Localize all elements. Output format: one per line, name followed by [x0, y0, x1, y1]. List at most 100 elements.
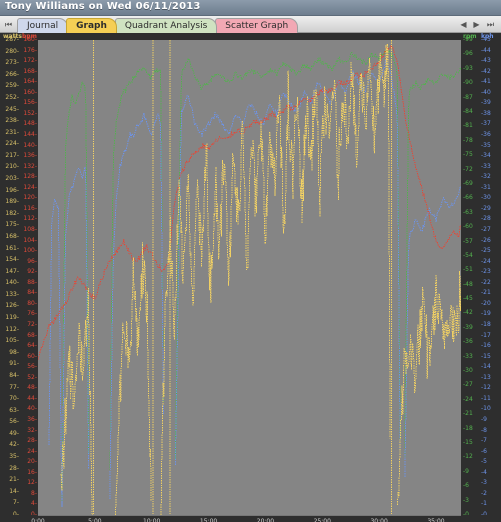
axis-tick-watts: 105-: [5, 337, 19, 345]
axis-tick-kph: -7: [481, 437, 487, 445]
axis-tick-kph: -32: [481, 173, 491, 181]
axis-tick-bpm: 40-: [27, 405, 37, 413]
axis-tick-kph: -18: [481, 321, 491, 328]
axis-tick-watts: 168-: [5, 232, 19, 240]
axis-tick-bpm: 116-: [23, 204, 37, 212]
axis-tick-bpm: 32-: [27, 426, 37, 434]
tab-label: Scatter Graph: [225, 21, 289, 31]
axis-tick-bpm: 108-: [23, 226, 37, 233]
axis-tick-bpm: 44-: [27, 394, 37, 402]
axis-tick-kph: -6: [481, 447, 487, 455]
tab-label: Quadrant Analysis: [124, 21, 208, 31]
axis-tick-bpm: 60-: [27, 352, 37, 360]
axis-tick-watts: 63-: [9, 406, 19, 414]
tab-scatter-graph[interactable]: Scatter Graph: [215, 18, 299, 33]
axis-tick-bpm: 104-: [23, 236, 37, 244]
axis-tick-kph: -16: [481, 342, 491, 350]
axis-tick-kph: -41: [481, 78, 491, 86]
axis-tick-watts: 259-: [5, 82, 19, 90]
axis-tick-rpm: -84: [463, 107, 473, 115]
axis-tick-rpm: -66: [463, 194, 473, 202]
axis-tick-watts: 84-: [9, 371, 19, 379]
plot-area[interactable]: [38, 40, 461, 515]
axis-tick-watts: 91-: [9, 360, 19, 368]
axis-tick-kph: -31: [481, 183, 491, 191]
axis-tick-kph: -40: [481, 88, 491, 96]
axis-tick-bpm: 28-: [27, 437, 37, 445]
axis-tick-bpm: 128-: [23, 173, 37, 181]
axis-tick-kph: -22: [481, 278, 491, 286]
axis-tick-kph: -1: [481, 500, 487, 508]
axis-tick-watts: 133-: [5, 290, 19, 298]
axis-tick-watts: 175-: [5, 221, 19, 229]
x-axis-line: [38, 515, 461, 516]
axis-tick-kph: -19: [481, 310, 491, 318]
axis-tick-rpm: -57: [463, 237, 473, 245]
axis-tick-bpm: 4-: [31, 500, 37, 508]
axis-tick-kph: -36: [481, 131, 491, 138]
axis-tick-bpm: 16-: [27, 468, 37, 476]
axis-unit-watts: watts: [3, 33, 22, 40]
axis-tick-watts: 126-: [5, 302, 19, 310]
axis-tick-watts: 189-: [5, 198, 19, 206]
series-watts: [60, 43, 461, 515]
next-icon[interactable]: ▶: [471, 19, 482, 30]
skip-to-last-icon[interactable]: ⏭: [485, 19, 496, 30]
tab-label: Journal: [27, 21, 59, 31]
axis-tick-watts: 252-: [5, 93, 19, 101]
axis-tick-watts: 14-: [9, 487, 19, 495]
tab-graph[interactable]: Graph: [66, 18, 117, 33]
axis-tick-kph: -23: [481, 268, 491, 276]
axis-tick-rpm: -90: [463, 79, 473, 87]
axis-tick-bpm: 172-: [23, 57, 37, 65]
axis-tick-bpm: 96-: [27, 257, 37, 265]
axis-tick-bpm: 76-: [27, 310, 37, 318]
axis-tick-rpm: -75: [463, 151, 473, 159]
axis-tick-kph: -44: [481, 46, 491, 54]
axis-tick-rpm: -15: [463, 439, 473, 447]
axis-tick-bpm: 52-: [27, 373, 37, 381]
skip-to-first-icon[interactable]: ⏮: [3, 19, 14, 30]
axis-tick-kph: -21: [481, 289, 491, 297]
axis-tick-rpm: -39: [463, 323, 473, 331]
axis-tick-bpm: 48-: [27, 384, 37, 392]
axis-tick-rpm: -54: [463, 251, 473, 259]
axis-tick-kph: -13: [481, 373, 491, 381]
axis-tick-watts: 280-: [5, 47, 19, 55]
tab-quadrant-analysis[interactable]: Quadrant Analysis: [114, 18, 218, 33]
axis-tick-kph: -25: [481, 247, 491, 255]
axis-tick-watts: 77-: [9, 383, 19, 391]
graph-window: Tony Williams on Wed 06/11/2013 ⏮ Journa…: [0, 0, 501, 522]
axis-tick-watts: 217-: [5, 151, 19, 159]
axis-tick-bpm: 164-: [23, 78, 37, 86]
graph-panel: 287- 280- 273- 266- 259- 252- 245- 238- 231- 224-…: [0, 33, 501, 522]
axis-tick-watts: 119-: [5, 314, 19, 322]
series-kph: [48, 59, 461, 508]
axis-tick-kph: -37: [481, 120, 491, 128]
axis-tick-rpm: -30: [463, 367, 473, 375]
axis-tick-rpm: -96: [463, 50, 473, 58]
axis-tick-kph: -27: [481, 226, 491, 233]
page-title: Tony Williams on Wed 06/11/2013: [5, 1, 201, 12]
y-axis-rpm: -99 -96 -93 -90 -87 -84 -81 -78 -75 -72 -69 -66 -63-…: [462, 33, 480, 522]
axis-tick-watts: 182-: [5, 209, 19, 217]
axis-tick-watts: 203-: [5, 175, 19, 183]
axis-tick-watts: 245-: [5, 105, 19, 113]
axis-tick-rpm: -51: [463, 266, 473, 274]
axis-tick-watts: 21-: [9, 476, 19, 484]
axis-tick-kph: -15: [481, 352, 491, 360]
previous-icon[interactable]: ◀: [458, 19, 469, 30]
axis-tick-rpm: -42: [463, 309, 473, 317]
axis-tick-kph: -8: [481, 426, 487, 434]
axis-tick-rpm: -87: [463, 93, 473, 101]
axis-tick-bpm: 20-: [27, 458, 37, 466]
axis-tick-watts: 238-: [5, 117, 19, 125]
axis-tick-kph: -30: [481, 194, 491, 202]
axis-tick-kph: -11: [481, 394, 491, 402]
tab-bar: ⏮ Journal Graph Quadrant Analysis Scatter G…: [0, 16, 501, 33]
tab-list: Journal Graph Quadrant Analysis Scatter Gra…: [17, 18, 299, 33]
x-axis-gutter: 0:00 5:00 10:00 15:00 20:00 25:00 30:00 35:00: [0, 515, 501, 522]
axis-tick-bpm: 160-: [23, 88, 37, 96]
tab-journal[interactable]: Journal: [17, 18, 69, 33]
axis-tick-bpm: 56-: [27, 363, 37, 371]
